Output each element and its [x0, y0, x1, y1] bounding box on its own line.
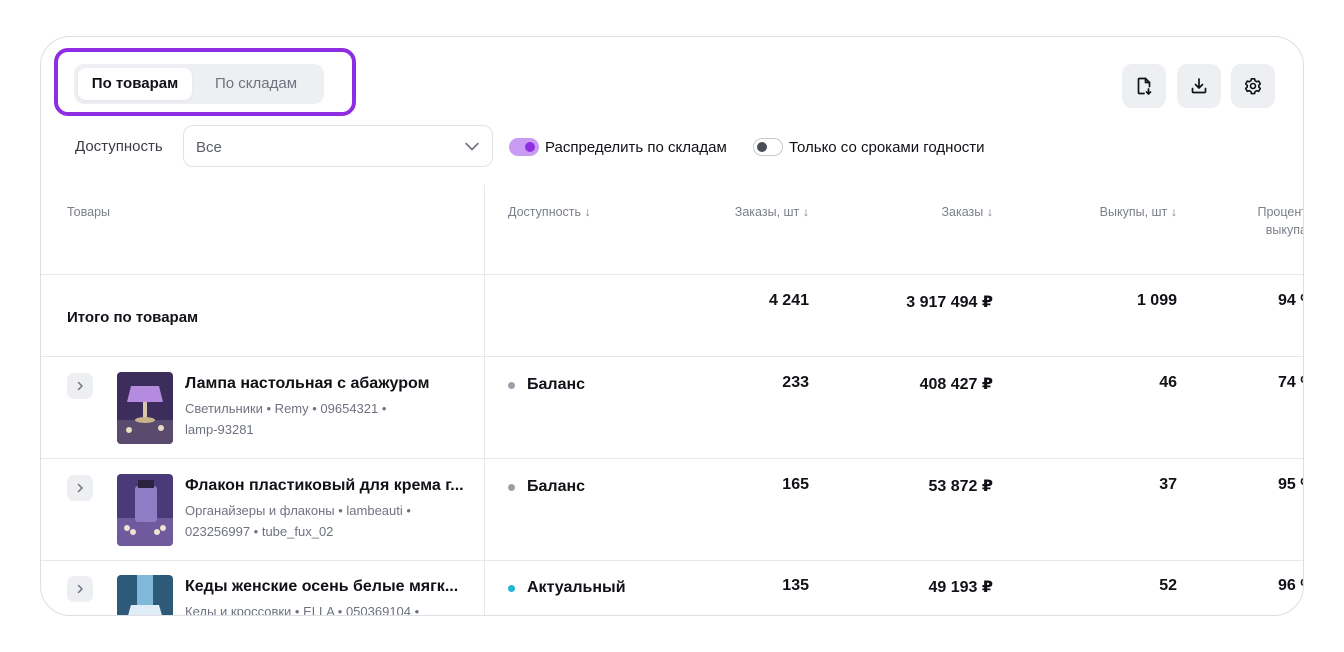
distribute-toggle-label: Распределить по складам [545, 138, 727, 156]
expiry-only-toggle[interactable]: Только со сроками годности [753, 137, 985, 157]
total-buyouts-qty: 1 099 [1136, 292, 1177, 309]
product-meta-line: lamp-93281 [185, 422, 254, 437]
total-orders-qty: 4 241 [768, 292, 809, 309]
row-divider [41, 356, 1303, 357]
row-divider [41, 458, 1303, 459]
report-card: По товарам По складам Доступность Все Ра [40, 36, 1304, 616]
status-label: Баланс [527, 478, 586, 495]
orders-qty-cell: 135 [782, 577, 809, 594]
header-divider [41, 274, 1303, 275]
status-dot [508, 381, 515, 389]
product-name[interactable]: Флакон пластиковый для крема г... [185, 477, 464, 495]
chevron-right-icon [77, 381, 83, 391]
column-header-availability[interactable]: Доступность ↓ [508, 203, 591, 221]
product-meta-line: Органайзеры и флаконы • lambeauti • [185, 503, 411, 518]
expand-row-button[interactable] [67, 475, 93, 501]
column-header-orders-sum[interactable]: Заказы ↓ [942, 203, 994, 221]
status-dot [508, 584, 515, 592]
availability-select-value: Все [196, 139, 222, 156]
tab-by-products[interactable]: По товарам [78, 68, 192, 100]
buyout-pct-header-line2: выкупа [1265, 223, 1304, 237]
buyout-pct-cell: 96 % [1278, 577, 1303, 594]
availability-filter-label: Доступность [75, 138, 163, 155]
status-label: Актуальный [527, 579, 626, 596]
product-meta: Кеды и кроссовки • ELLA • 050369104 • [185, 601, 455, 616]
distribute-by-warehouses-toggle[interactable]: Распределить по складам [509, 137, 727, 157]
availability-status: Баланс [508, 478, 585, 496]
view-tabs: По товарам По складам [74, 64, 324, 104]
buyout-pct-header-line1: Процент [1257, 205, 1304, 219]
orders-sum-cell: 408 427 ₽ [919, 376, 993, 393]
product-image-sneakers[interactable] [117, 575, 173, 615]
orders-qty-cell: 233 [782, 374, 809, 391]
chevron-right-icon [77, 483, 83, 493]
buyouts-qty-cell: 52 [1159, 577, 1177, 594]
product-meta-line: Кеды и кроссовки • ELLA • 050369104 • [185, 604, 420, 616]
column-header-buyout-pct[interactable]: Процент выкупа [1257, 203, 1304, 239]
column-header-products: Товары [67, 205, 110, 219]
settings-icon [1244, 78, 1262, 95]
chevron-down-icon [465, 142, 479, 151]
product-name[interactable]: Лампа настольная с абажуром [185, 375, 429, 393]
product-meta: Органайзеры и флаконы • lambeauti • 0232… [185, 500, 455, 542]
orders-qty-cell: 165 [782, 476, 809, 493]
row-divider [41, 560, 1303, 561]
tab-by-warehouses[interactable]: По складам [198, 68, 314, 100]
availability-select[interactable]: Все [183, 125, 493, 167]
toggle-switch-on [509, 138, 539, 156]
product-meta-line: 023256997 • tube_fux_02 [185, 524, 334, 539]
download-icon [1191, 78, 1207, 94]
total-buyout-pct: 94 % [1278, 292, 1303, 309]
expand-row-button[interactable] [67, 373, 93, 399]
settings-button[interactable] [1231, 64, 1275, 108]
buyouts-qty-cell: 37 [1159, 476, 1177, 493]
orders-sum-cell: 49 193 ₽ [928, 579, 993, 596]
product-image-lamp[interactable] [117, 372, 173, 444]
column-header-orders-qty[interactable]: Заказы, шт ↓ [735, 203, 809, 221]
download-button[interactable] [1177, 64, 1221, 108]
buyout-pct-cell: 95 % [1278, 476, 1303, 493]
expiry-toggle-label: Только со сроками годности [789, 138, 985, 156]
availability-status: Актуальный [508, 579, 626, 597]
buyouts-qty-cell: 46 [1159, 374, 1177, 391]
toggle-switch-off [753, 138, 783, 156]
total-row-label: Итого по товарам [67, 309, 199, 326]
product-meta-line: Светильники • Remy • 09654321 • [185, 401, 387, 416]
buyout-pct-cell: 74 % [1278, 374, 1303, 391]
product-name[interactable]: Кеды женские осень белые мягк... [185, 578, 458, 596]
availability-status: Баланс [508, 376, 585, 394]
total-orders-sum: 3 917 494 ₽ [906, 294, 993, 311]
orders-sum-cell: 53 872 ₽ [928, 478, 993, 495]
status-dot [508, 483, 515, 491]
status-label: Баланс [527, 376, 586, 393]
expand-row-button[interactable] [67, 576, 93, 602]
column-header-buyouts-qty[interactable]: Выкупы, шт ↓ [1100, 203, 1177, 221]
chevron-right-icon [77, 584, 83, 594]
product-image-bottle[interactable] [117, 474, 173, 546]
file-export-icon [1137, 77, 1152, 95]
column-divider [484, 185, 485, 615]
export-file-button[interactable] [1122, 64, 1166, 108]
product-meta: Светильники • Remy • 09654321 • lamp-932… [185, 398, 455, 440]
